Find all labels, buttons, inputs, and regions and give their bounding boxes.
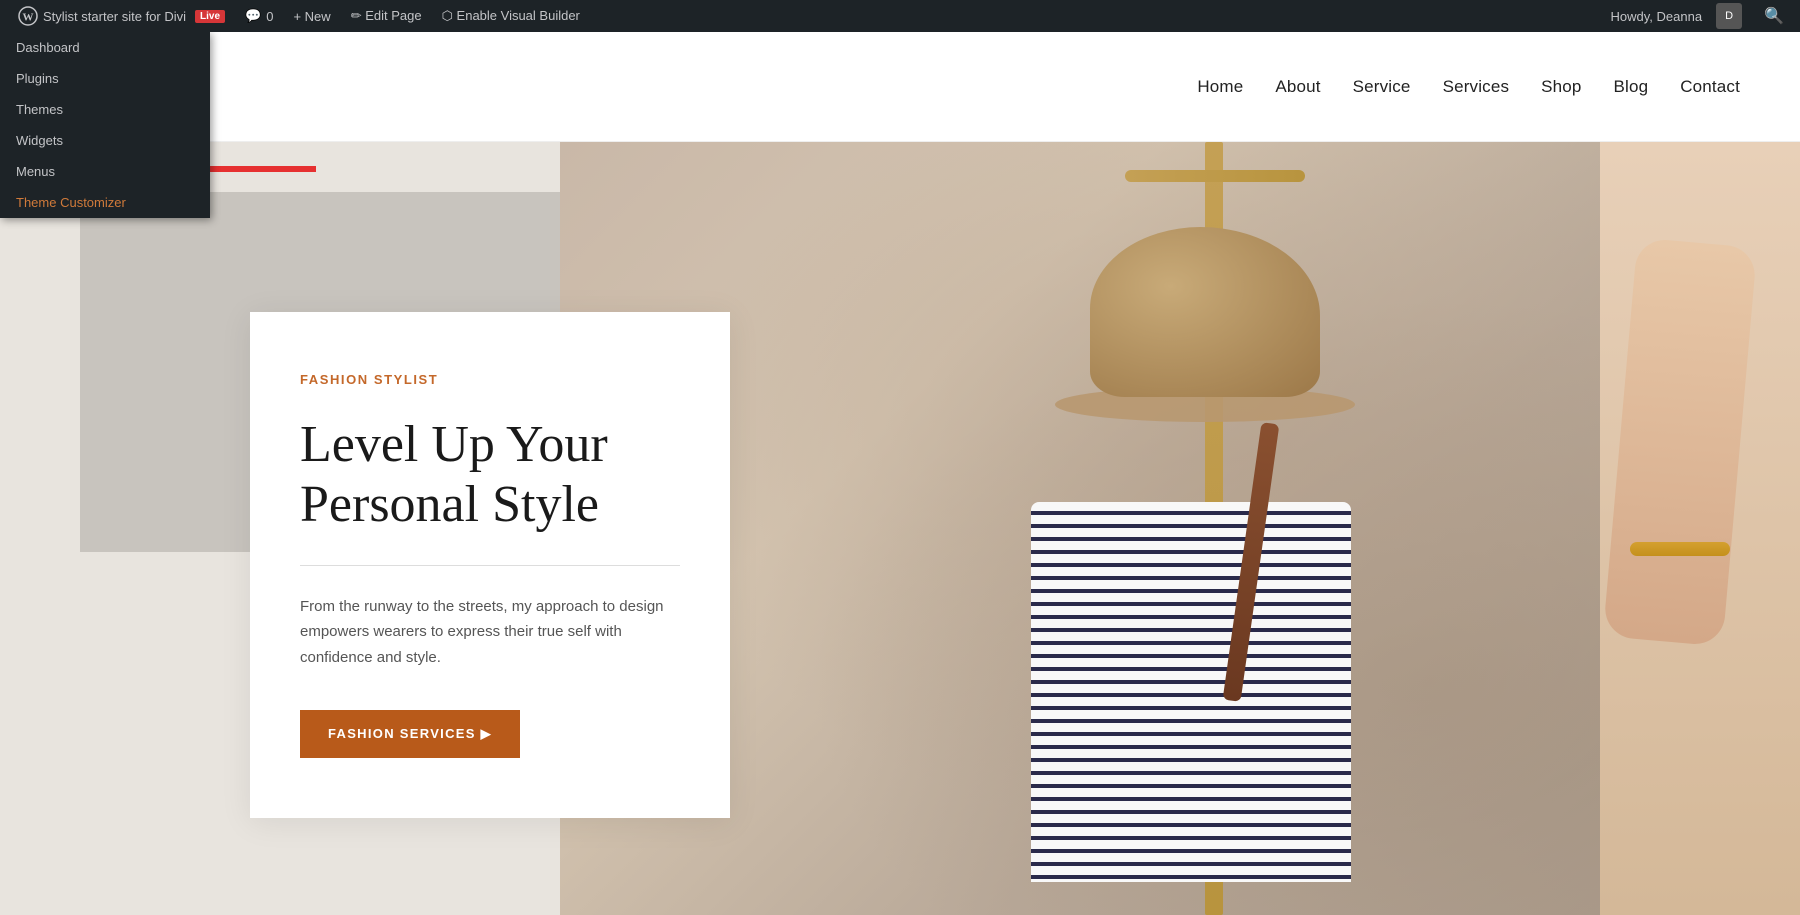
cta-button[interactable]: Fashion Services ▶ bbox=[300, 710, 520, 758]
nav-services[interactable]: Services bbox=[1443, 77, 1510, 97]
site-title: Stylist starter site for Divi bbox=[43, 9, 186, 24]
site-header: D Home About Service Services Shop Blog … bbox=[0, 32, 1800, 142]
divi-item[interactable]: ⬡ Enable Visual Builder bbox=[432, 0, 590, 32]
admin-bar: W Stylist starter site for Divi Live 💬 0… bbox=[0, 0, 1800, 32]
hat bbox=[1075, 222, 1335, 422]
avatar[interactable]: D bbox=[1706, 0, 1752, 32]
new-label: + New bbox=[293, 9, 330, 24]
search-icon[interactable]: 🔍 bbox=[1756, 6, 1792, 26]
right-bracelet bbox=[1630, 542, 1730, 556]
content-card: Fashion Stylist Level Up Your Personal S… bbox=[250, 312, 730, 818]
divi-label: ⬡ Enable Visual Builder bbox=[442, 8, 580, 24]
nav-contact[interactable]: Contact bbox=[1680, 77, 1740, 97]
right-figure-arm bbox=[1603, 238, 1757, 647]
card-subtitle: Fashion Stylist bbox=[300, 372, 680, 387]
appearance-dropdown: Dashboard Plugins Themes Widgets Menus T… bbox=[0, 32, 210, 218]
dropdown-item-themes[interactable]: Themes bbox=[0, 94, 210, 125]
comment-icon: 💬 bbox=[245, 8, 261, 24]
dropdown-item-theme-customizer[interactable]: Theme Customizer bbox=[0, 187, 210, 218]
svg-text:W: W bbox=[23, 12, 34, 24]
right-partial bbox=[1600, 142, 1800, 915]
card-divider bbox=[300, 565, 680, 566]
dropdown-item-menus[interactable]: Menus bbox=[0, 156, 210, 187]
edit-page-label: ✏ Edit Page bbox=[351, 8, 422, 24]
nav-service[interactable]: Service bbox=[1353, 77, 1411, 97]
wp-logo-item[interactable]: W Stylist starter site for Divi Live bbox=[8, 0, 235, 32]
title-line2: Personal Style bbox=[300, 476, 599, 533]
nav-shop[interactable]: Shop bbox=[1541, 77, 1581, 97]
title-line1: Level Up Your bbox=[300, 416, 608, 473]
live-badge: Live bbox=[195, 10, 225, 23]
new-item[interactable]: + New bbox=[283, 0, 340, 32]
shirt bbox=[1031, 502, 1351, 882]
comments-item[interactable]: 💬 0 bbox=[235, 0, 283, 32]
nav-blog[interactable]: Blog bbox=[1614, 77, 1649, 97]
card-title: Level Up Your Personal Style bbox=[300, 415, 680, 535]
edit-page-item[interactable]: ✏ Edit Page bbox=[341, 0, 432, 32]
card-body: From the runway to the streets, my appro… bbox=[300, 594, 680, 671]
howdy-text: Howdy, Deanna bbox=[1611, 9, 1703, 24]
hero-section: Fashion Stylist Level Up Your Personal S… bbox=[0, 142, 1800, 915]
dropdown-item-widgets[interactable]: Widgets bbox=[0, 125, 210, 156]
site-nav: Home About Service Services Shop Blog Co… bbox=[1197, 77, 1740, 97]
comment-count: 0 bbox=[266, 9, 273, 24]
dropdown-item-plugins[interactable]: Plugins bbox=[0, 63, 210, 94]
nav-home[interactable]: Home bbox=[1197, 77, 1243, 97]
dropdown-item-dashboard[interactable]: Dashboard bbox=[0, 32, 210, 63]
nav-about[interactable]: About bbox=[1275, 77, 1320, 97]
coat-rack-bar bbox=[1125, 170, 1305, 182]
